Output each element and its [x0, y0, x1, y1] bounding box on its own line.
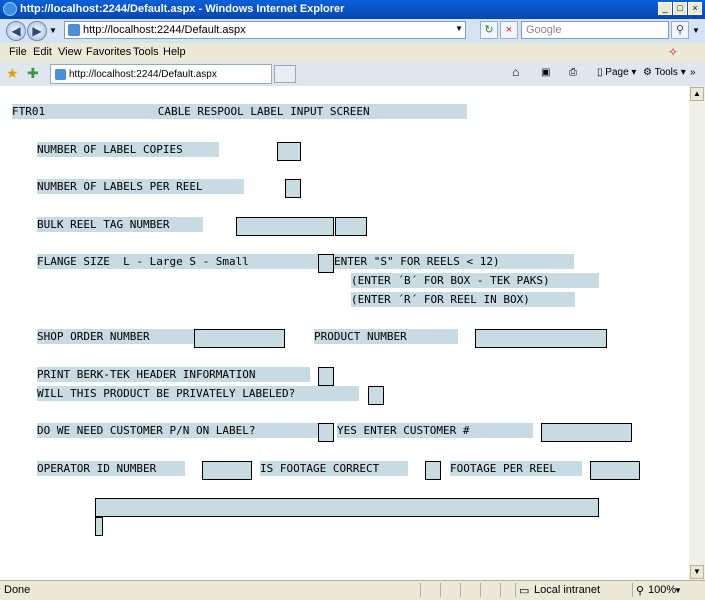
- minimize-button[interactable]: _: [658, 2, 672, 15]
- operator-id-input[interactable]: [202, 461, 252, 480]
- tools-menu-button[interactable]: ⚙ Tools ▾: [643, 67, 686, 78]
- close-button[interactable]: ×: [688, 2, 702, 15]
- scroll-down-icon[interactable]: ▼: [690, 565, 704, 579]
- bulk-reel-tag-input[interactable]: [236, 217, 334, 236]
- new-tab-button[interactable]: [274, 65, 296, 83]
- status-divider: [420, 583, 421, 597]
- shop-order-label: SHOP ORDER NUMBER: [37, 329, 194, 344]
- shop-order-input[interactable]: [194, 329, 285, 348]
- flange-size-input[interactable]: [318, 254, 334, 273]
- label-copies-input[interactable]: [277, 142, 301, 161]
- menu-bar: File Edit View Favorites Tools Help ✧: [0, 43, 705, 63]
- tab-favicon-icon: [55, 69, 66, 80]
- maximize-button[interactable]: □: [673, 2, 687, 15]
- zoom-icon[interactable]: ⚲: [636, 584, 644, 597]
- zoom-dropdown-icon[interactable]: ▼: [674, 586, 682, 595]
- security-zone: Local intranet: [534, 584, 601, 596]
- address-bar[interactable]: http://localhost:2244/Default.aspx ▼: [64, 21, 466, 39]
- menu-help[interactable]: Help: [163, 46, 186, 58]
- page-content: FTR01 CABLE RESPOOL LABEL INPUT SCREEN N…: [0, 86, 689, 580]
- search-icon[interactable]: ⚲: [671, 21, 689, 39]
- status-divider: [500, 583, 501, 597]
- forward-button[interactable]: ▶: [27, 21, 47, 41]
- menu-favorites[interactable]: Favorites: [86, 46, 131, 58]
- footage-per-reel-label: FOOTAGE PER REEL: [450, 461, 582, 476]
- customer-pn-label: DO WE NEED CUSTOMER P/N ON LABEL?: [37, 423, 318, 438]
- product-number-label: PRODUCT NUMBER: [314, 329, 458, 344]
- page-menu-label: Page: [605, 67, 629, 78]
- flange-hint-2: (ENTER ´B´ FOR BOX - TEK PAKS): [351, 273, 599, 288]
- print-icon[interactable]: ⎙: [569, 67, 577, 78]
- menu-edit[interactable]: Edit: [33, 46, 52, 58]
- page-favicon-icon: [68, 24, 80, 36]
- flange-hint-3: (ENTER ´R´ FOR REEL IN BOX): [351, 292, 575, 307]
- ie-logo-icon: [3, 2, 17, 16]
- label-copies-label: NUMBER OF LABEL COPIES: [37, 142, 219, 157]
- footage-correct-input[interactable]: [425, 461, 441, 480]
- intranet-zone-icon: ▭: [519, 585, 530, 597]
- labels-per-reel-input[interactable]: [285, 179, 301, 198]
- window-title: http://localhost:2244/Default.aspx - Win…: [20, 3, 345, 15]
- toolbar-overflow-icon[interactable]: »: [690, 67, 696, 78]
- status-divider: [440, 583, 441, 597]
- footage-correct-label: IS FOOTAGE CORRECT: [260, 461, 408, 476]
- privately-labeled-label: WILL THIS PRODUCT BE PRIVATELY LABELED?: [37, 386, 359, 401]
- status-bar: Done ▭ Local intranet ⚲ 100% ▼: [0, 580, 705, 600]
- screen-header: FTR01 CABLE RESPOOL LABEL INPUT SCREEN: [12, 104, 467, 119]
- vertical-scrollbar[interactable]: ▲ ▼: [689, 86, 705, 580]
- customer-pn-input[interactable]: [318, 423, 334, 442]
- flange-hint-1: ENTER "S" FOR REELS < 12): [334, 254, 574, 269]
- refresh-icon[interactable]: ↻: [480, 21, 498, 39]
- status-divider: [460, 583, 461, 597]
- enter-customer-label: YES ENTER CUSTOMER #: [337, 423, 533, 438]
- back-button[interactable]: ◀: [6, 21, 26, 41]
- message-line-input[interactable]: [95, 498, 599, 517]
- menu-view[interactable]: View: [58, 46, 82, 58]
- navigation-bar: ◀ ▶ ▼ http://localhost:2244/Default.aspx…: [0, 19, 705, 44]
- search-options-icon[interactable]: ▼: [692, 26, 700, 35]
- tab-title: http://localhost:2244/Default.aspx: [69, 69, 217, 80]
- add-favorite-icon[interactable]: ✚: [27, 65, 39, 82]
- translate-icon[interactable]: ✧: [668, 45, 678, 59]
- history-dropdown-icon[interactable]: ▼: [49, 26, 57, 35]
- zoom-level[interactable]: 100%: [648, 584, 676, 596]
- scroll-up-icon[interactable]: ▲: [690, 87, 704, 101]
- title-bar: http://localhost:2244/Default.aspx - Win…: [0, 0, 705, 19]
- stop-icon[interactable]: ×: [500, 21, 518, 39]
- address-url[interactable]: http://localhost:2244/Default.aspx: [83, 24, 246, 36]
- menu-tools[interactable]: Tools: [133, 46, 159, 58]
- status-divider: [632, 583, 633, 597]
- home-icon[interactable]: ⌂: [512, 65, 519, 79]
- status-text: Done: [4, 584, 31, 596]
- customer-number-input[interactable]: [541, 423, 632, 442]
- cursor-input[interactable]: [95, 517, 103, 536]
- search-input[interactable]: Google: [521, 21, 669, 39]
- labels-per-reel-label: NUMBER OF LABELS PER REEL: [37, 179, 244, 194]
- page-menu-button[interactable]: ▯ Page ▾: [597, 67, 636, 78]
- status-divider: [515, 583, 516, 597]
- address-dropdown-icon[interactable]: ▼: [455, 24, 463, 33]
- operator-id-label: OPERATOR ID NUMBER: [37, 461, 185, 476]
- product-number-input[interactable]: [475, 329, 607, 348]
- tools-menu-label: Tools: [654, 67, 678, 78]
- tab-bar: ★ ✚ http://localhost:2244/Default.aspx ⌂…: [0, 62, 705, 87]
- print-header-input[interactable]: [318, 367, 334, 386]
- flange-size-label: FLANGE SIZE L - Large S - Small: [37, 254, 318, 269]
- print-header-label: PRINT BERK-TEK HEADER INFORMATION: [37, 367, 310, 382]
- favorites-star-icon[interactable]: ★: [6, 65, 19, 82]
- footage-per-reel-input[interactable]: [590, 461, 640, 480]
- bulk-reel-tag-suffix-input[interactable]: [335, 217, 367, 236]
- menu-file[interactable]: File: [9, 46, 27, 58]
- tab-current[interactable]: http://localhost:2244/Default.aspx: [50, 64, 272, 84]
- feeds-icon[interactable]: ▣: [541, 67, 550, 78]
- status-divider: [480, 583, 481, 597]
- bulk-reel-tag-label: BULK REEL TAG NUMBER: [37, 217, 203, 232]
- privately-labeled-input[interactable]: [368, 386, 384, 405]
